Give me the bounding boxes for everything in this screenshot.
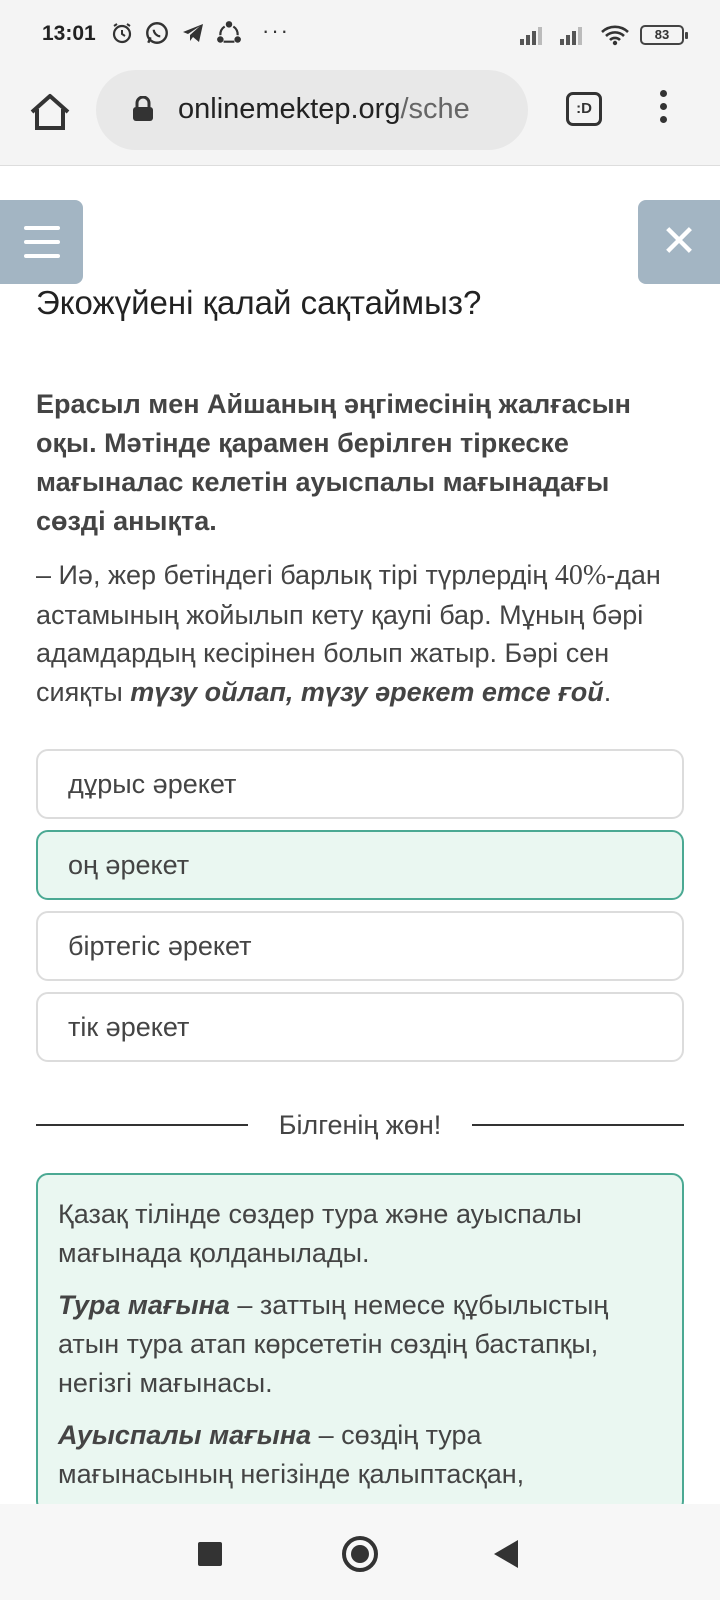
- passage-end: .: [603, 676, 612, 707]
- page-title: Экожүйені қалай сақтаймыз?: [36, 284, 482, 321]
- wifi-icon: [601, 25, 629, 46]
- battery-icon: 83: [640, 25, 688, 45]
- question-text: Ерасыл мен Айшаның әңгімесінің жалғасын …: [36, 389, 631, 536]
- info-term-2: Ауыспалы мағына: [58, 1420, 312, 1450]
- close-icon: ✕: [660, 217, 698, 266]
- telegram-icon: [183, 24, 203, 42]
- signal-icon-2: [560, 27, 582, 45]
- whatsapp-icon: [146, 22, 168, 44]
- more-notifications-icon: ···: [262, 18, 290, 43]
- close-button[interactable]: ✕: [638, 200, 720, 284]
- system-nav-bar: [0, 1504, 720, 1600]
- answer-option-selected[interactable]: оң әрекет: [36, 830, 684, 900]
- answer-option[interactable]: біртегіс әрекет: [36, 911, 684, 981]
- status-time: 13:01: [42, 22, 96, 45]
- lock-icon: [133, 96, 153, 121]
- notification-icons: [110, 20, 242, 46]
- passage-emphasis: түзу ойлап, түзу әрекет етсе ғой: [130, 676, 604, 707]
- section-divider: Білгенің жөн!: [36, 1110, 684, 1146]
- recents-icon[interactable]: [198, 1542, 222, 1566]
- url-text: onlinemektep.org/sche: [178, 93, 513, 126]
- passage-part-1: – Иә, жер бетіндегі барлық тірі түрлерді…: [36, 560, 555, 590]
- alarm-icon: [112, 23, 132, 44]
- answer-options: дұрыс әрекет оң әрекет біртегіс әрекет т…: [36, 749, 684, 1073]
- info-definition-2: Ауыспалы мағына – сөздің тура мағынасыны…: [58, 1416, 662, 1494]
- info-intro: Қазақ тілінде сөздер тура және ауыспалы …: [58, 1199, 582, 1268]
- answer-option[interactable]: тік әрекет: [36, 992, 684, 1062]
- info-definition-1: Тура мағына – заттың немесе құбылыстың а…: [58, 1286, 662, 1403]
- answer-option[interactable]: дұрыс әрекет: [36, 749, 684, 819]
- address-bar[interactable]: onlinemektep.org/sche: [96, 70, 528, 150]
- system-icons: 83: [520, 24, 688, 46]
- url-path: /sche: [400, 93, 470, 125]
- hamburger-icon: [24, 226, 60, 230]
- tab-switcher-button[interactable]: :D: [566, 92, 602, 126]
- more-options-icon[interactable]: [660, 90, 668, 130]
- url-domain: onlinemektep.org: [178, 93, 401, 125]
- sync-icon: [217, 21, 241, 43]
- status-bar: 13:01 ··· 83: [0, 0, 720, 68]
- menu-button[interactable]: [0, 200, 83, 284]
- signal-icon-1: [520, 27, 542, 45]
- passage-number: 40%: [554, 560, 607, 591]
- home-nav-icon[interactable]: [342, 1536, 378, 1572]
- browser-toolbar: onlinemektep.org/sche :D: [0, 68, 720, 166]
- back-icon[interactable]: [494, 1540, 518, 1568]
- home-icon[interactable]: [28, 90, 72, 134]
- info-term-1: Тура мағына: [58, 1290, 230, 1320]
- passage-text: – Иә, жер бетіндегі барлық тірі түрлерді…: [36, 556, 686, 711]
- info-box: Қазақ тілінде сөздер тура және ауыспалы …: [36, 1173, 684, 1513]
